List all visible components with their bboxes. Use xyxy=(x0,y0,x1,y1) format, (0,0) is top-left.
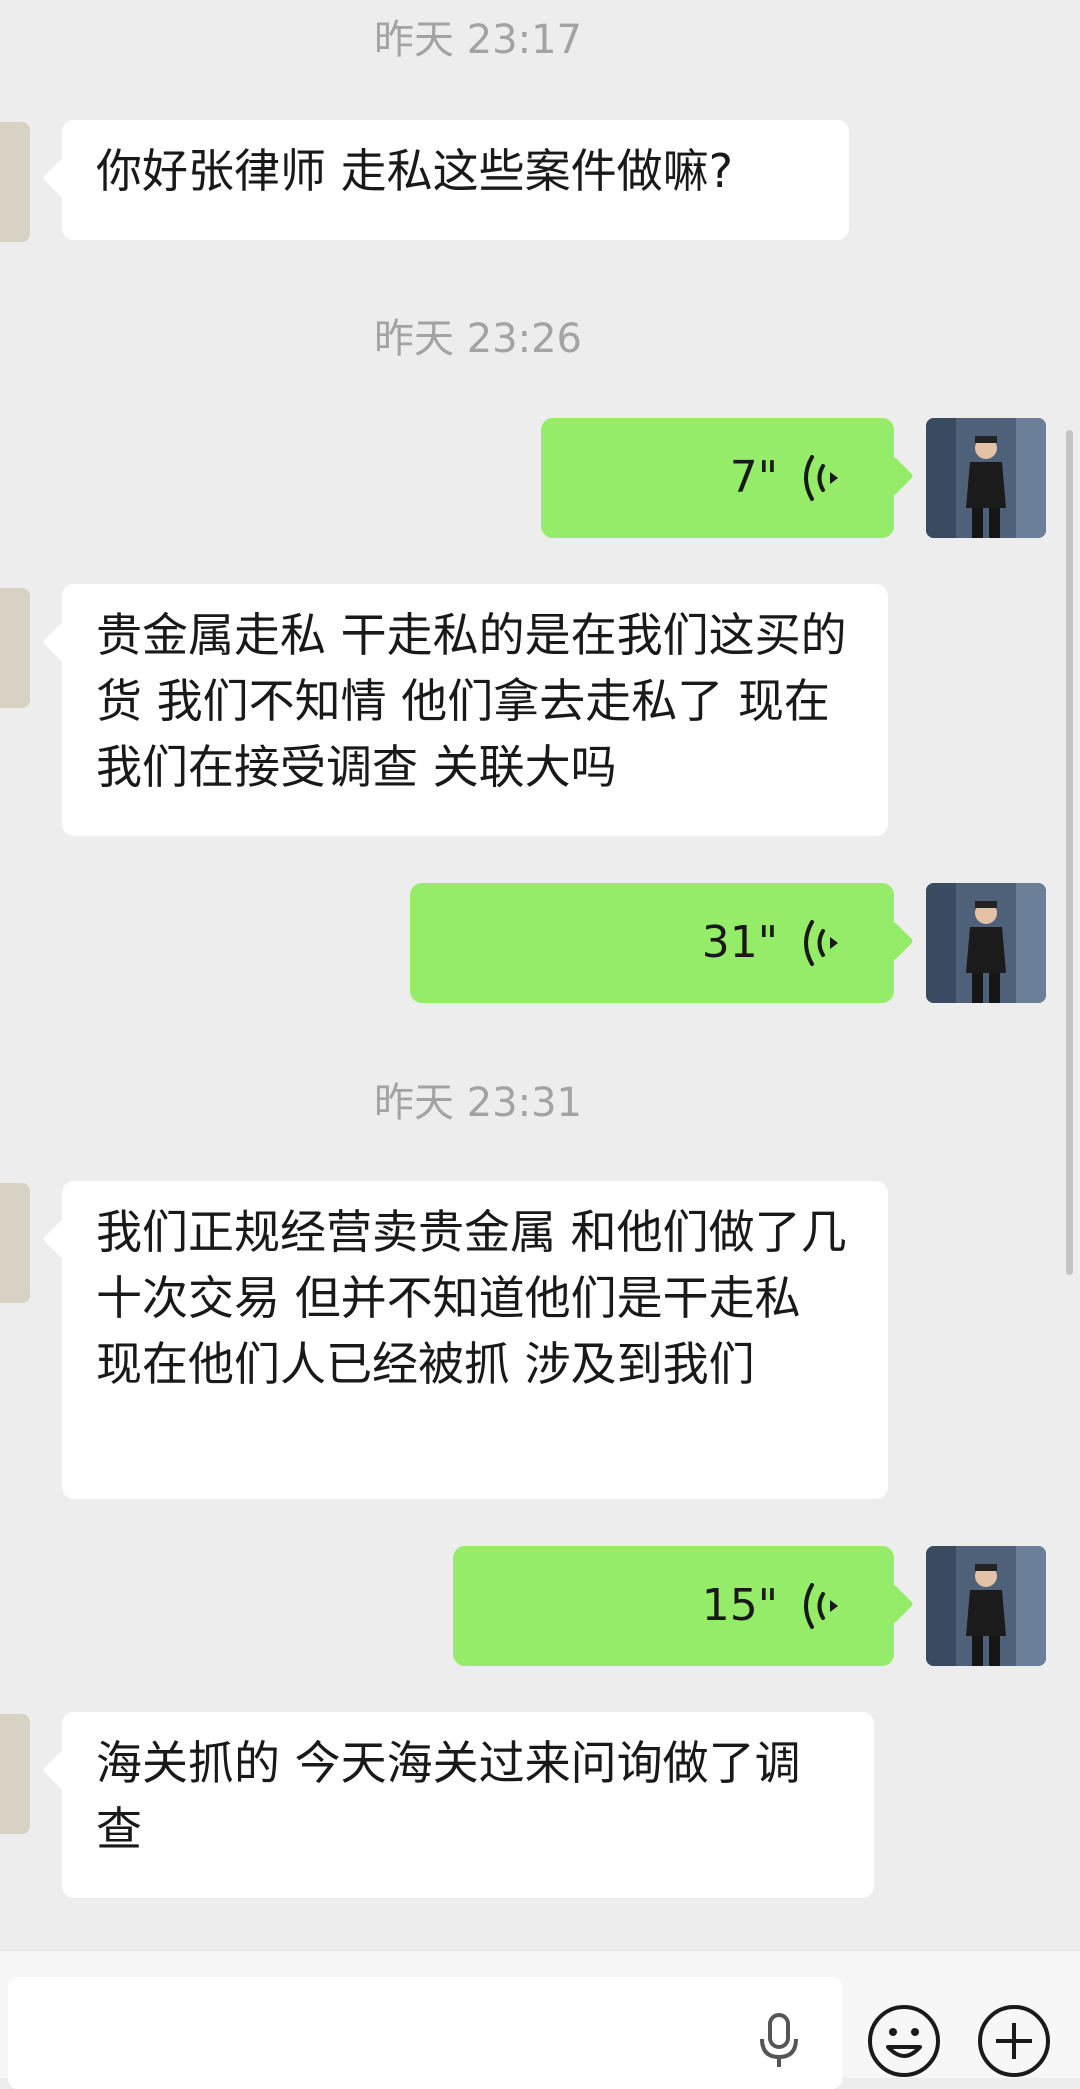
outgoing-voice-message[interactable]: 7" xyxy=(541,418,894,538)
contact-avatar[interactable] xyxy=(0,122,30,242)
voice-duration: 31" xyxy=(701,917,778,968)
plus-circle-icon[interactable] xyxy=(976,2003,1052,2079)
my-avatar[interactable] xyxy=(926,883,1046,1003)
incoming-message-bubble[interactable]: 海关抓的 今天海关过来问询做了调查 xyxy=(62,1712,874,1898)
my-avatar[interactable] xyxy=(926,418,1046,538)
my-avatar[interactable] xyxy=(926,1546,1046,1666)
contact-avatar[interactable] xyxy=(0,588,30,708)
incoming-message-bubble[interactable]: 贵金属走私 干走私的是在我们这买的货 我们不知情 他们拿去走私了 现在我们在接受… xyxy=(62,584,888,836)
person-photo-icon xyxy=(926,1546,1046,1666)
voice-wave-icon xyxy=(804,920,838,966)
timestamp: 昨天 23:17 xyxy=(374,17,582,63)
voice-wave-icon xyxy=(804,455,838,501)
smiley-face-icon[interactable] xyxy=(866,2003,942,2079)
input-bar xyxy=(0,1950,1080,2089)
message-text: 你好张律师 走私这些案件做嘛? xyxy=(96,144,734,198)
message-input[interactable] xyxy=(8,1977,842,2089)
incoming-message-bubble[interactable]: 我们正规经营卖贵金属 和他们做了几十次交易 但并不知道他们是干走私 现在他们人已… xyxy=(62,1181,888,1499)
contact-avatar[interactable] xyxy=(0,1714,30,1834)
contact-avatar[interactable] xyxy=(0,1183,30,1303)
message-text: 贵金属走私 干走私的是在我们这买的货 我们不知情 他们拿去走私了 现在我们在接受… xyxy=(96,608,847,794)
timestamp: 昨天 23:26 xyxy=(374,316,582,362)
outgoing-voice-message[interactable]: 31" xyxy=(410,883,894,1003)
voice-duration: 15" xyxy=(701,1580,778,1631)
voice-duration: 7" xyxy=(729,452,778,503)
microphone-icon[interactable] xyxy=(757,2013,801,2069)
outgoing-voice-message[interactable]: 15" xyxy=(453,1546,894,1666)
message-text: 我们正规经营卖贵金属 和他们做了几十次交易 但并不知道他们是干走私 现在他们人已… xyxy=(96,1205,847,1391)
person-photo-icon xyxy=(926,418,1046,538)
incoming-message-bubble[interactable]: 你好张律师 走私这些案件做嘛? xyxy=(62,120,849,240)
message-text: 海关抓的 今天海关过来问询做了调查 xyxy=(96,1736,801,1856)
chat-message-list[interactable]: 昨天 23:17 你好张律师 走私这些案件做嘛? 昨天 23:26 7" 贵金属… xyxy=(0,0,1080,1950)
voice-wave-icon xyxy=(804,1583,838,1629)
scrollbar[interactable] xyxy=(1066,430,1073,1275)
timestamp: 昨天 23:31 xyxy=(374,1080,582,1126)
person-photo-icon xyxy=(926,883,1046,1003)
